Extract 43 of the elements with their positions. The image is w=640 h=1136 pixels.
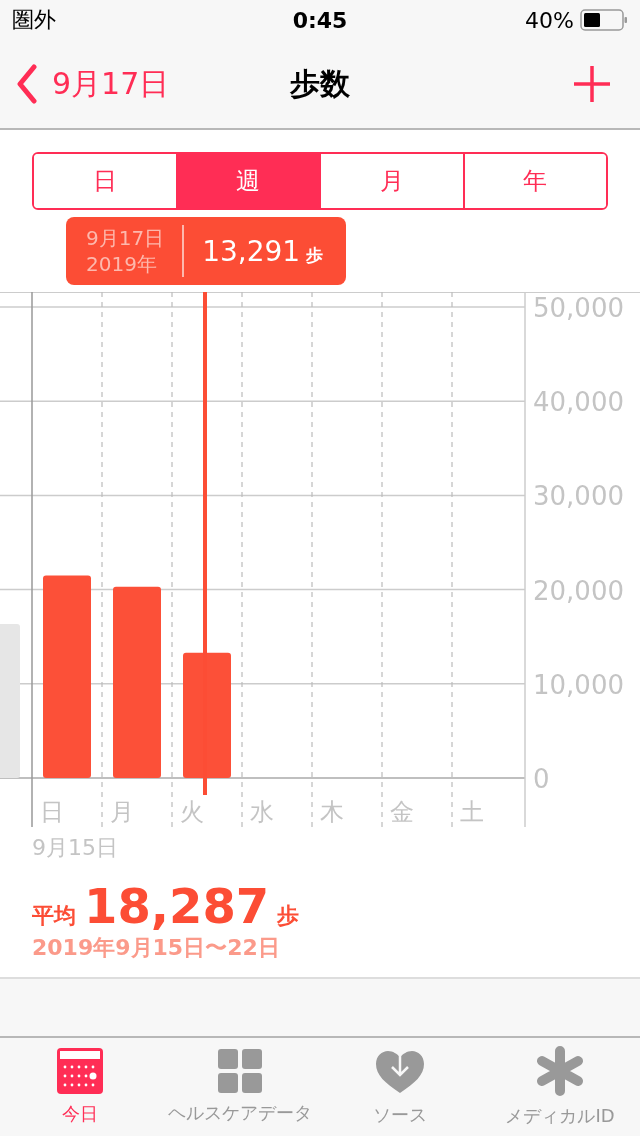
tab-bar-item[interactable]: 今日 (0, 1038, 160, 1136)
battery-percent: 40% (525, 7, 574, 33)
tooltip-year: 2019年 (86, 251, 158, 277)
average-label: 平均 (32, 902, 76, 930)
back-button[interactable]: 9月17日 (16, 63, 170, 105)
day-label: 日 (40, 798, 64, 826)
y-axis-label: 40,000 (533, 387, 624, 418)
add-button[interactable] (574, 66, 610, 102)
carrier-text: 圏外 (12, 6, 56, 34)
week-start-date: 9月15日 (32, 834, 119, 862)
tab-bar-item[interactable]: メディカルID (480, 1038, 640, 1136)
asterisk-icon (536, 1046, 584, 1096)
bar[interactable] (43, 575, 91, 778)
day-label: 水 (250, 798, 274, 826)
tooltip-unit: 歩 (306, 243, 324, 267)
day-label: 金 (390, 798, 414, 826)
nav-title: 歩数 (290, 64, 350, 103)
y-axis-label: 20,000 (533, 575, 624, 606)
tab-bar-item[interactable]: ヘルスケアデータ (160, 1038, 320, 1136)
y-axis-label: 30,000 (533, 481, 624, 512)
day-label: 火 (180, 798, 204, 826)
bar[interactable] (113, 586, 161, 778)
day-label: 土 (460, 798, 484, 826)
bar[interactable] (183, 652, 231, 778)
grid-icon (218, 1049, 262, 1093)
tab-bar-item[interactable]: ソース (320, 1038, 480, 1136)
y-axis-label: 10,000 (533, 669, 624, 700)
chevron-left-icon (16, 64, 38, 104)
segment-tab[interactable]: 週 (175, 154, 319, 208)
day-label: 木 (320, 798, 344, 826)
y-axis-label: 0 (533, 764, 550, 794)
date-range: 2019年9月15日〜22日 (32, 934, 281, 962)
day-label: 月 (110, 798, 134, 826)
calendar-icon (57, 1048, 103, 1094)
segment-tab[interactable]: 年 (462, 154, 606, 208)
plus-icon (574, 66, 610, 102)
tooltip-date: 9月17日 (86, 225, 165, 251)
y-axis-label: 50,000 (533, 293, 624, 323)
average-unit: 歩 (277, 902, 300, 930)
battery-icon (580, 9, 628, 31)
tooltip-value: 13,291 (202, 234, 301, 268)
average-value: 18,287 (84, 879, 270, 933)
clock-text: 0:45 (292, 7, 348, 33)
